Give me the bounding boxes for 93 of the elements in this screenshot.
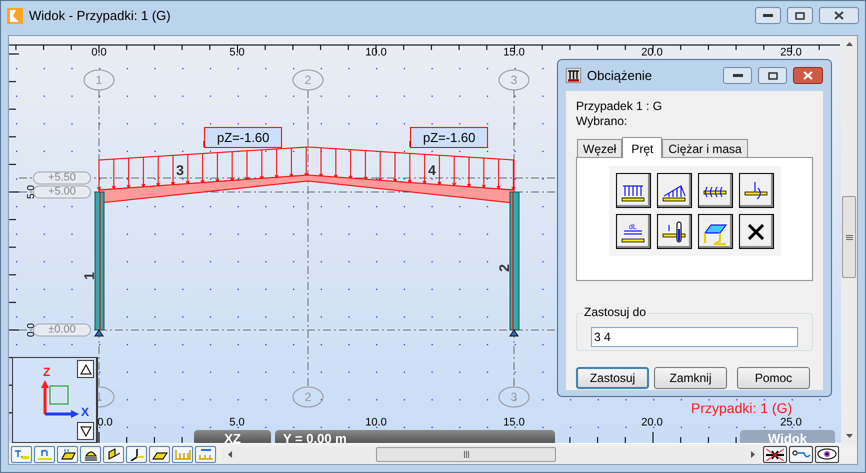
structure-hidden-icon	[764, 447, 786, 461]
thermometer-icon	[661, 218, 687, 244]
minimize-button[interactable]	[723, 67, 752, 84]
load-icon	[566, 68, 581, 83]
ruler-label: 15.0	[503, 418, 525, 428]
maximize-icon	[795, 12, 805, 20]
dialog-title: Obciążenie	[587, 66, 652, 85]
app-logo-icon	[7, 8, 23, 24]
horizontal-scrollbar[interactable]	[222, 446, 761, 462]
ruler-label: 5.0	[229, 48, 245, 58]
maximize-icon	[768, 72, 778, 80]
coordinate-display: Y = 0.00 m	[275, 430, 555, 443]
bar-number: 2	[497, 264, 511, 272]
bar-number: 4	[428, 163, 436, 177]
grid-axis-label: 2	[304, 74, 312, 86]
level-label: +5.00	[33, 186, 91, 198]
scroll-right-icon	[751, 450, 755, 458]
grid-axis-label: 3	[510, 391, 518, 403]
scroll-left-icon	[228, 450, 232, 458]
ruler-label: 20.0	[641, 418, 663, 428]
toolbar-button[interactable]	[103, 446, 124, 462]
axis-label: Z	[43, 366, 50, 378]
scrollbar-thumb[interactable]	[842, 196, 856, 278]
ruler-label: 0.0	[97, 418, 113, 428]
vertical-scrollbar[interactable]	[841, 36, 857, 444]
bar-number: 3	[176, 163, 184, 177]
view-plane-button[interactable]: XZ	[194, 430, 271, 443]
minimize-icon	[732, 74, 742, 78]
numbered-dimension-icon	[196, 447, 214, 461]
ruler-label: 5.0	[229, 418, 245, 428]
close-icon	[834, 11, 844, 20]
scrollbar-thumb[interactable]	[376, 446, 556, 462]
panel-numbers-icon	[58, 447, 76, 461]
level-label: +5.50	[33, 172, 91, 184]
close-button[interactable]	[793, 67, 823, 84]
ruler-label: 0.0	[91, 48, 107, 58]
load-value-label: pZ=-1.60	[410, 127, 488, 148]
load-type-button[interactable]	[656, 173, 692, 208]
dialog-button[interactable]: Pomoc	[737, 367, 810, 389]
toolbar-button[interactable]	[815, 446, 839, 462]
close-button[interactable]	[819, 7, 859, 24]
bar-numbers-icon	[36, 447, 54, 461]
minimize-button[interactable]	[755, 7, 781, 24]
eye-icon	[816, 447, 838, 461]
load-type-button[interactable]	[656, 214, 692, 249]
tab[interactable]: Pręt	[622, 137, 662, 158]
load-type-button[interactable]	[698, 173, 732, 208]
axis-label: X	[81, 406, 90, 418]
rotate-down-button[interactable]	[77, 422, 94, 440]
apply-to-field[interactable]: 3 4	[591, 327, 798, 347]
load-type-button[interactable]	[616, 173, 650, 208]
minimize-icon	[763, 14, 773, 18]
load-type-button[interactable]	[738, 173, 774, 208]
grip-icon	[464, 450, 468, 458]
maximize-button[interactable]	[758, 67, 787, 84]
grid-axis-label: 3	[510, 74, 518, 86]
dialog-button[interactable]: Zamknij	[654, 367, 727, 389]
load-type-button[interactable]	[738, 214, 774, 249]
close-icon	[803, 71, 813, 80]
grid-axis-label: 2	[304, 391, 312, 403]
bar-number: 1	[82, 272, 96, 280]
ruler-label: 25.0	[780, 48, 802, 58]
tab[interactable]: Węzeł	[577, 139, 622, 157]
group-label: Zastosuj do	[583, 306, 648, 318]
toolbar-button[interactable]	[763, 446, 787, 462]
load-case-label: Przypadki: 1 (G)	[691, 401, 792, 415]
load-case-text: Przypadek 1 : G	[576, 99, 664, 114]
selection-text: Wybrano:	[576, 114, 628, 129]
toolbar-button[interactable]	[126, 446, 147, 462]
window-title: Widok - Przypadki: 1 (G)	[29, 6, 171, 25]
dialog-button[interactable]: Zastosuj	[576, 367, 649, 389]
grid-axis-label: 1	[96, 74, 102, 86]
rotate-up-button[interactable]	[77, 360, 94, 378]
toolbar-button[interactable]	[80, 446, 101, 462]
load-type-button[interactable]	[698, 214, 732, 249]
load-value-label: pZ=-1.60	[204, 127, 282, 148]
ruler-label: 15.0	[503, 48, 525, 58]
scroll-up-icon	[846, 42, 852, 46]
ruler-label: 10.0	[365, 418, 387, 428]
scroll-down-icon	[846, 434, 852, 438]
toolbar-button[interactable]	[149, 446, 170, 462]
tab[interactable]: Ciężar i masa	[662, 139, 748, 157]
dimension-icon	[174, 447, 192, 461]
maximize-button[interactable]	[787, 7, 813, 24]
level-label: ±0.00	[33, 324, 91, 336]
ruler-label: 25.0	[780, 418, 802, 428]
ruler-label: 20.0	[641, 48, 663, 58]
triangle-up-icon	[80, 364, 92, 374]
toolbar-button[interactable]	[789, 446, 813, 462]
triangle-down-icon	[80, 426, 92, 436]
toolbar-button[interactable]	[57, 446, 78, 462]
grip-icon	[846, 234, 852, 240]
drawing-canvas[interactable]	[9, 36, 841, 443]
